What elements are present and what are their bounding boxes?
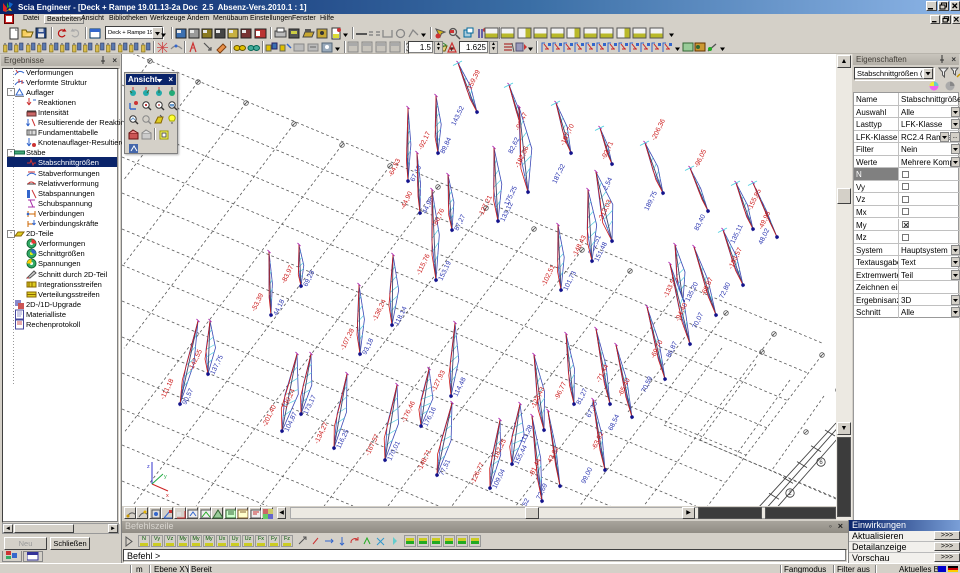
svg-text:x: x — [166, 493, 169, 499]
svg-text:-107,28: -107,28 — [340, 327, 356, 351]
svg-text:-127,93: -127,93 — [431, 369, 447, 393]
svg-text:-92,17: -92,17 — [418, 130, 433, 151]
svg-text:72,80: 72,80 — [719, 281, 733, 300]
svg-text:-148,71: -148,71 — [417, 448, 433, 472]
svg-text:-96,77: -96,77 — [554, 381, 569, 402]
svg-text:62,52: 62,52 — [518, 497, 532, 506]
svg-text:143,52: 143,52 — [451, 105, 467, 127]
svg-text:-111,18: -111,18 — [160, 378, 176, 401]
svg-text:82,62: 82,62 — [508, 136, 522, 155]
svg-text:133,12: 133,12 — [500, 201, 516, 223]
svg-text:153,19: 153,19 — [438, 260, 454, 282]
svg-text:-94,40: -94,40 — [675, 302, 690, 323]
svg-text:81,27: 81,27 — [576, 387, 590, 406]
svg-text:135,20: 135,20 — [685, 281, 701, 303]
svg-text:-127,21: -127,21 — [478, 194, 494, 218]
svg-text:-93,71: -93,71 — [601, 140, 616, 161]
svg-text:-136,24: -136,24 — [372, 298, 388, 322]
svg-text:189,75: 189,75 — [644, 190, 660, 212]
svg-text:-206,36: -206,36 — [651, 118, 667, 142]
svg-text:-43,62: -43,62 — [546, 445, 561, 466]
svg-text:-176,46: -176,46 — [401, 400, 417, 424]
svg-text:-83,97: -83,97 — [281, 264, 296, 285]
svg-text:70,59: 70,59 — [641, 375, 655, 394]
svg-text:-102,51: -102,51 — [541, 264, 557, 288]
svg-text:187,32: 187,32 — [552, 163, 568, 185]
svg-text:-167,37: -167,37 — [365, 433, 381, 457]
svg-text:44,18: 44,18 — [273, 298, 287, 317]
svg-text:-126,77: -126,77 — [470, 461, 486, 485]
svg-text:2: 2 — [788, 491, 792, 497]
svg-text:89,84: 89,84 — [440, 136, 454, 155]
svg-text:73,69: 73,69 — [536, 482, 550, 501]
svg-text:70,07: 70,07 — [692, 311, 706, 330]
svg-text:87,27: 87,27 — [454, 213, 468, 232]
svg-text:-68,87: -68,87 — [700, 276, 715, 297]
svg-text:69,28: 69,28 — [303, 269, 317, 288]
svg-text:-115,76: -115,76 — [416, 253, 432, 277]
svg-text:118,14: 118,14 — [394, 305, 409, 326]
svg-text:135,11: 135,11 — [730, 223, 745, 244]
svg-text:-53,39: -53,39 — [251, 292, 266, 313]
svg-text:y: y — [164, 474, 167, 480]
svg-text:99,00: 99,00 — [581, 466, 595, 485]
svg-text:-65,40: -65,40 — [617, 377, 632, 398]
svg-text:86,87: 86,87 — [666, 340, 680, 359]
svg-text:83,40: 83,40 — [694, 213, 708, 232]
svg-text:z: z — [147, 464, 150, 470]
svg-text:-134,27: -134,27 — [314, 421, 330, 445]
svg-text:48,02: 48,02 — [758, 227, 772, 246]
svg-text:-96,05: -96,05 — [694, 148, 709, 169]
svg-text:-69,70: -69,70 — [650, 339, 665, 360]
svg-text:67,10: 67,10 — [410, 164, 424, 183]
svg-text:93,18: 93,18 — [362, 337, 376, 356]
svg-text:-148,43: -148,43 — [572, 234, 588, 258]
svg-text:-44,90: -44,90 — [400, 190, 415, 211]
svg-text:6: 6 — [819, 460, 823, 466]
svg-text:68,54: 68,54 — [608, 413, 622, 432]
